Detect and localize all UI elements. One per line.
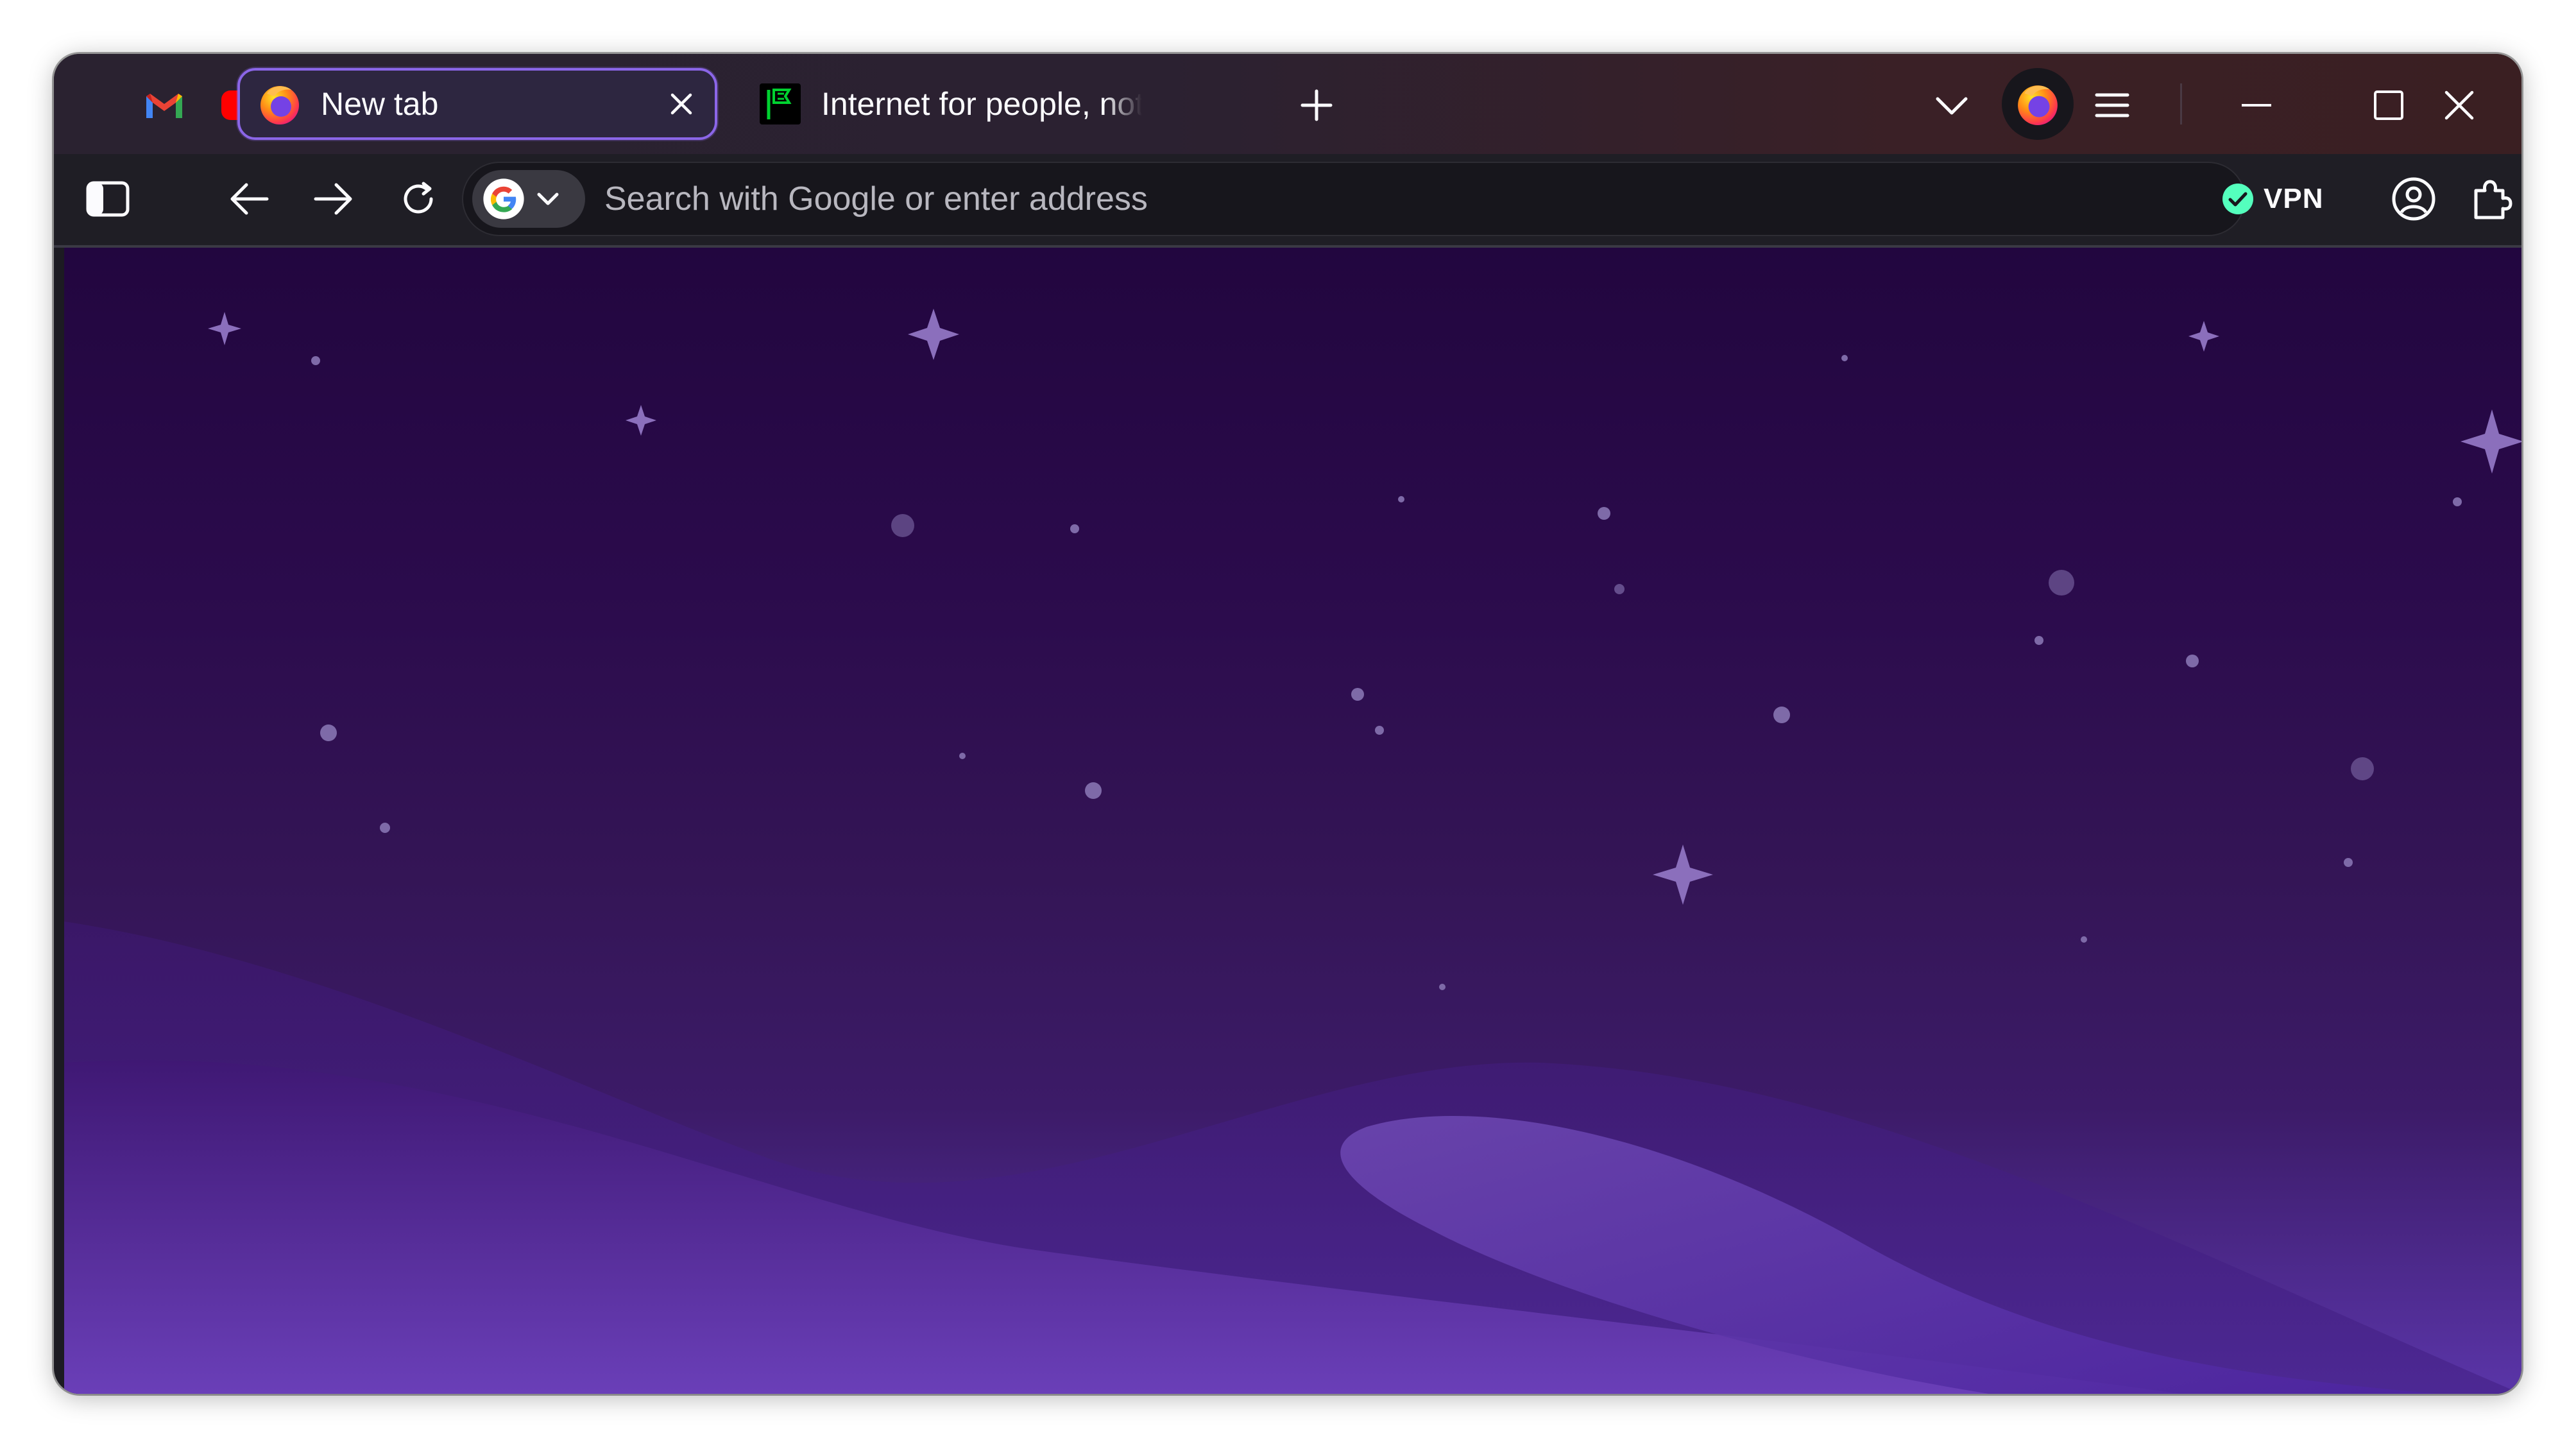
search-engine-button[interactable] bbox=[472, 170, 585, 228]
background-illustration bbox=[64, 309, 2521, 1394]
extensions-button[interactable] bbox=[2461, 168, 2521, 230]
tab-mozilla[interactable]: Internet for people, not profit bbox=[740, 68, 1202, 140]
google-icon bbox=[483, 178, 524, 219]
tab-close-button[interactable] bbox=[663, 86, 699, 122]
tab-strip: New tab Internet for people, not profit bbox=[54, 54, 2521, 154]
forward-button[interactable] bbox=[303, 168, 364, 230]
gmail-icon bbox=[146, 94, 182, 118]
close-icon bbox=[670, 93, 692, 115]
sidebar-toggle-button[interactable] bbox=[77, 168, 139, 230]
minimize-button[interactable] bbox=[2221, 74, 2292, 136]
app-menu-button[interactable] bbox=[2081, 74, 2143, 136]
browser-window: New tab Internet for people, not profit bbox=[54, 54, 2521, 1394]
puzzle-piece-icon bbox=[2474, 180, 2512, 219]
arrow-right-icon bbox=[314, 183, 352, 215]
tab-new-tab[interactable]: New tab bbox=[237, 68, 717, 140]
chevron-down-icon bbox=[537, 193, 559, 205]
list-all-tabs-button[interactable] bbox=[1921, 74, 1983, 136]
tab-title: New tab bbox=[321, 86, 439, 122]
new-tab-button[interactable] bbox=[1286, 74, 1347, 136]
reload-icon bbox=[404, 182, 433, 214]
mozilla-flag-icon bbox=[758, 82, 802, 126]
search-input[interactable] bbox=[603, 173, 2244, 225]
vpn-label: VPN bbox=[2264, 183, 2324, 214]
back-button[interactable] bbox=[218, 168, 280, 230]
new-tab-page bbox=[64, 248, 2521, 1394]
maximize-icon bbox=[2374, 90, 2403, 120]
reload-button[interactable] bbox=[388, 168, 449, 230]
chevron-down-icon bbox=[1936, 97, 1968, 115]
account-icon bbox=[2392, 177, 2435, 221]
close-window-button[interactable] bbox=[2424, 74, 2495, 136]
check-circle-icon bbox=[2222, 184, 2253, 214]
sidebar-icon bbox=[86, 181, 130, 217]
hamburger-menu-icon bbox=[2095, 93, 2129, 117]
navigation-toolbar: VPN bbox=[54, 154, 2521, 248]
maximize-button[interactable] bbox=[2353, 74, 2424, 136]
tabstrip-divider bbox=[2180, 83, 2182, 124]
account-button[interactable] bbox=[2383, 168, 2444, 230]
firefox-view-button[interactable] bbox=[2002, 68, 2074, 140]
address-bar bbox=[462, 162, 2246, 236]
tab-title: Internet for people, not profit bbox=[821, 86, 1142, 122]
firefox-icon bbox=[258, 82, 302, 126]
firefox-icon bbox=[2018, 85, 2058, 125]
pinned-tab-gmail[interactable] bbox=[133, 74, 195, 136]
close-icon bbox=[2444, 90, 2474, 120]
vpn-button[interactable]: VPN bbox=[2221, 173, 2323, 225]
minimize-icon bbox=[2242, 104, 2271, 107]
plus-icon bbox=[1301, 89, 1333, 121]
arrow-left-icon bbox=[230, 183, 269, 215]
